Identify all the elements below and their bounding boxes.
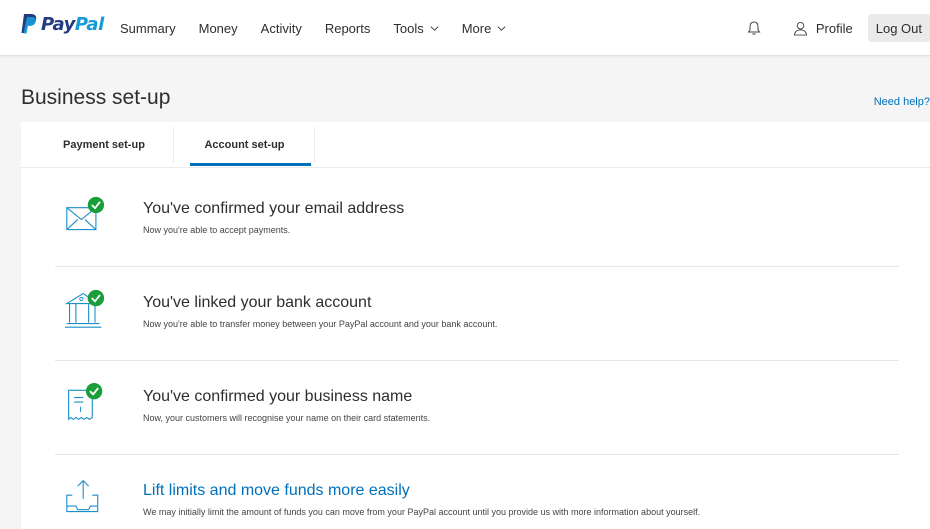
active-tab-indicator — [190, 163, 311, 166]
paypal-logo[interactable]: PayPal — [21, 13, 104, 35]
logout-button[interactable]: Log Out — [867, 14, 930, 42]
header-actions: Profile Log Out — [746, 0, 930, 56]
nav-summary[interactable]: Summary — [120, 21, 176, 36]
logo-text: PayPal — [41, 13, 104, 35]
paypal-p-icon — [21, 14, 37, 34]
setup-item-business-name: You've confirmed your business name Now,… — [55, 361, 899, 455]
profile-label: Profile — [815, 20, 853, 36]
setup-item-email: You've confirmed your email address Now … — [55, 173, 899, 267]
envelope-check-icon — [66, 196, 105, 231]
nav-tools-label: Tools — [393, 20, 424, 36]
need-help-link[interactable]: Need help? — [874, 96, 930, 108]
item-description: Now you're able to transfer money betwee… — [143, 319, 498, 329]
top-navigation-bar: PayPal Summary Money Activity Reports To… — [0, 0, 930, 56]
item-title: You've confirmed your business name — [143, 388, 413, 405]
item-description: Now you're able to accept payments. — [143, 225, 291, 235]
bell-icon[interactable] — [746, 20, 762, 36]
profile-button[interactable]: Profile — [793, 21, 853, 36]
item-title: You've linked your bank account — [143, 294, 372, 311]
tab-payment-setup[interactable]: Payment set-up — [49, 127, 174, 163]
user-icon — [793, 21, 808, 36]
receipt-check-icon — [68, 383, 103, 421]
nav-tools[interactable]: Tools — [393, 20, 439, 36]
bank-check-icon — [65, 289, 105, 328]
item-description: We may initially limit the amount of fun… — [143, 507, 701, 517]
setup-item-bank: You've linked your bank account Now you'… — [55, 267, 899, 361]
setup-item-lift-limits[interactable]: Lift limits and move funds more easily W… — [55, 455, 899, 529]
tab-bar: Payment set-up Account set-up — [21, 122, 930, 168]
item-title: You've confirmed your email address — [143, 200, 405, 217]
nav-more-label: More — [461, 20, 492, 36]
lift-limits-link[interactable]: Lift limits and move funds more easily — [143, 482, 410, 500]
chevron-down-icon — [497, 25, 506, 31]
nav-money[interactable]: Money — [199, 21, 238, 36]
page-title: Business set-up — [21, 86, 171, 109]
nav-more[interactable]: More — [462, 21, 507, 36]
upload-tray-icon — [66, 479, 99, 513]
nav-reports[interactable]: Reports — [325, 21, 371, 36]
tab-account-setup[interactable]: Account set-up — [175, 127, 315, 163]
main-nav: Summary Money Activity Reports Tools Mor… — [120, 0, 529, 56]
nav-activity[interactable]: Activity — [261, 21, 302, 36]
chevron-down-icon — [430, 25, 439, 31]
item-description: Now, your customers will recognise your … — [143, 413, 431, 423]
setup-card: Payment set-up Account set-up You've con… — [21, 122, 930, 529]
